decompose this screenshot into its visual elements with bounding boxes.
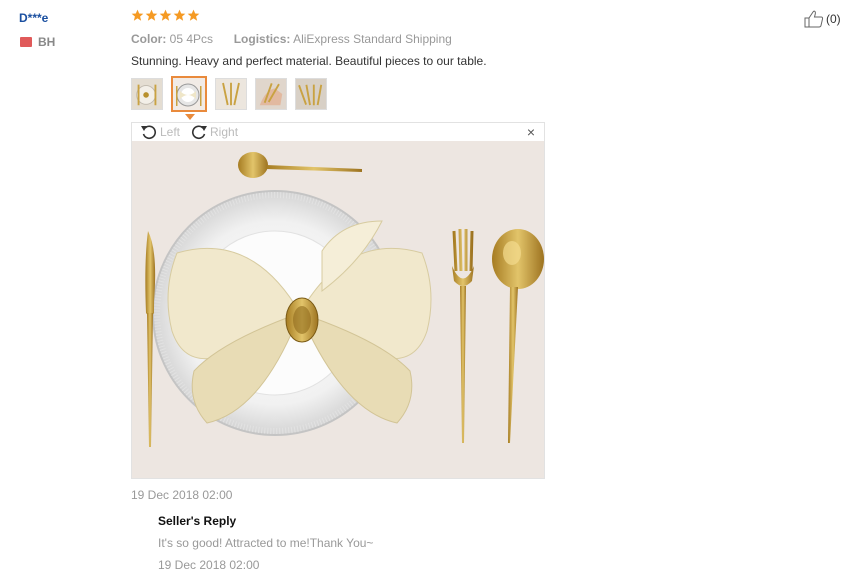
- review-photo-thumbnail-active[interactable]: [171, 76, 207, 112]
- seller-reply-date: 19 Dec 2018 02:00: [158, 558, 260, 572]
- color-value: 05 4Pcs: [169, 32, 214, 46]
- review-meta: Color: 05 4Pcs Logistics: AliExpress Sta…: [131, 32, 452, 46]
- reviewer-name[interactable]: D***e: [19, 11, 48, 25]
- logistics-value: AliExpress Standard Shipping: [293, 32, 452, 46]
- rotate-left-label: Left: [160, 125, 181, 139]
- logistics-label: Logistics:: [233, 32, 291, 46]
- photo-viewer-toolbar: Left Right ×: [132, 123, 544, 141]
- rotate-right-button[interactable]: Right: [190, 124, 238, 140]
- seller-reply-title: Seller's Reply: [158, 514, 237, 528]
- review-date: 19 Dec 2018 02:00: [131, 488, 233, 502]
- star-icon: [145, 9, 158, 21]
- flag-icon: [20, 37, 32, 47]
- thumbnail-strip: [131, 76, 327, 112]
- helpful-button[interactable]: (0): [804, 10, 841, 28]
- star-rating: [131, 9, 200, 22]
- star-icon: [173, 9, 186, 21]
- review-photo-thumbnail[interactable]: [215, 78, 247, 110]
- helpful-count: (0): [826, 12, 841, 26]
- country-code: BH: [38, 35, 56, 49]
- photo-viewer: Left Right ×: [131, 122, 545, 479]
- rotate-right-label: Right: [210, 125, 239, 139]
- review-text: Stunning. Heavy and perfect material. Be…: [131, 54, 487, 68]
- star-icon: [159, 9, 172, 21]
- reviewer-country: BH: [20, 35, 55, 49]
- seller-reply-text: It's so good! Attracted to me!Thank You~: [158, 536, 374, 550]
- review-photo-thumbnail[interactable]: [255, 78, 287, 110]
- review-photo-thumbnail[interactable]: [131, 78, 163, 110]
- active-thumbnail-caret: [185, 114, 195, 120]
- color-label: Color:: [131, 32, 167, 46]
- star-icon: [187, 9, 200, 21]
- rotate-right-icon: [191, 125, 208, 140]
- thumbs-up-icon: [804, 10, 824, 28]
- rotate-left-icon: [141, 125, 157, 140]
- close-viewer-button[interactable]: ×: [527, 125, 535, 139]
- review-photo: [132, 141, 544, 478]
- rotate-left-button[interactable]: Left: [140, 124, 180, 140]
- review-photo-thumbnail[interactable]: [295, 78, 327, 110]
- star-icon: [131, 9, 144, 21]
